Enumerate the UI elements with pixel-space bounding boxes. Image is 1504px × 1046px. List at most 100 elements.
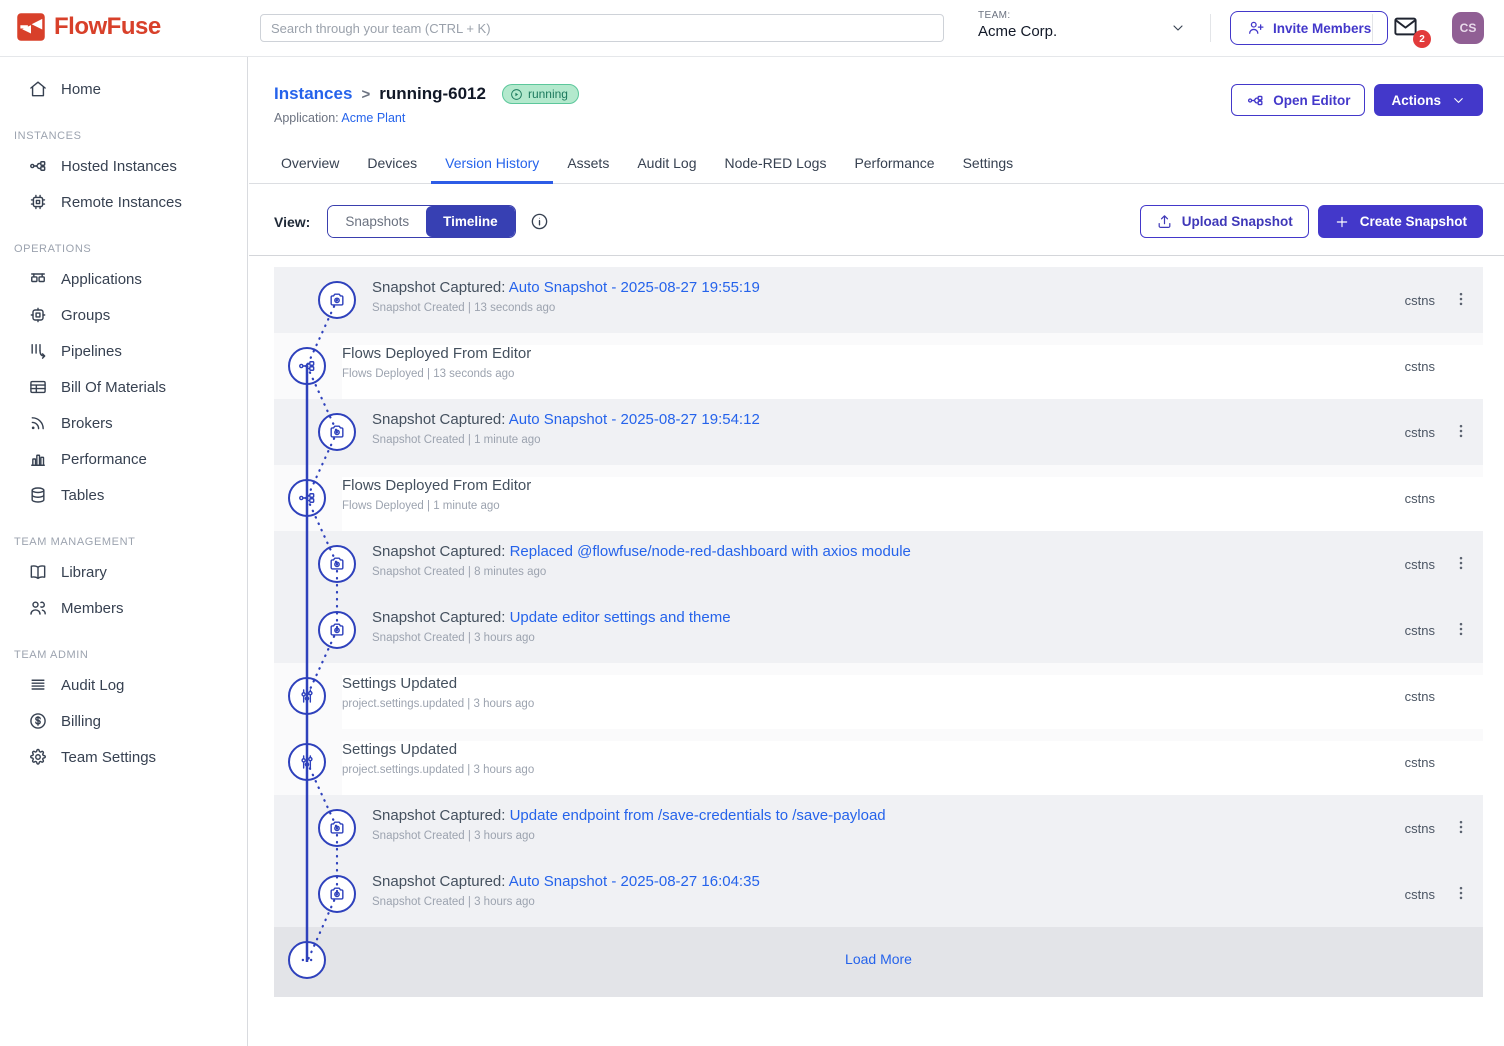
timeline-row: Snapshot Captured: Auto Snapshot - 2025-… (274, 399, 1483, 465)
timeline-row: Settings Updated project.settings.updated… (274, 729, 1483, 795)
camera-icon (318, 281, 356, 319)
camera-icon (318, 809, 356, 847)
row-menu-button[interactable] (1451, 289, 1471, 311)
row-menu-button[interactable] (1451, 421, 1471, 443)
event-user: cstns (1405, 425, 1435, 440)
tab-settings[interactable]: Settings (949, 146, 1028, 184)
sidebar-item-tables[interactable]: Tables (0, 477, 247, 513)
flowfuse-logo-icon (16, 12, 46, 42)
kebab-icon (1452, 290, 1470, 308)
timeline-row: Flows Deployed From EditorFlows Deployed… (274, 333, 1483, 399)
tab-version-history[interactable]: Version History (431, 146, 553, 184)
tab-audit-log[interactable]: Audit Log (623, 146, 710, 184)
snapshot-link[interactable]: Auto Snapshot - 2025-08-27 16:04:35 (509, 873, 760, 890)
notifications-button[interactable]: 2 (1392, 13, 1422, 43)
team-settings-icon (28, 747, 48, 767)
tab-devices[interactable]: Devices (353, 146, 431, 184)
upload-snapshot-button[interactable]: Upload Snapshot (1140, 205, 1309, 238)
create-snapshot-button[interactable]: Create Snapshot (1318, 205, 1483, 238)
tab-node-red-logs[interactable]: Node-RED Logs (711, 146, 841, 184)
toggle-timeline[interactable]: Timeline (426, 206, 515, 237)
breadcrumb-instances-link[interactable]: Instances (274, 84, 352, 104)
event-title-text: Flows Deployed From Editor (342, 345, 531, 362)
open-editor-button[interactable]: Open Editor (1231, 84, 1365, 116)
event-title: Snapshot Captured: Update editor setting… (372, 609, 731, 626)
snapshot-link[interactable]: Update endpoint from /save-credentials t… (510, 807, 886, 824)
event-title-text: Settings Updated (342, 675, 457, 692)
tab-overview[interactable]: Overview (267, 146, 353, 184)
sidebar-item-pipelines[interactable]: Pipelines (0, 333, 247, 369)
header-divider (1210, 14, 1211, 42)
event-title-prefix: Snapshot Captured: (372, 279, 509, 296)
event-user: cstns (1405, 557, 1435, 572)
event-title: Snapshot Captured: Auto Snapshot - 2025-… (372, 279, 760, 296)
actions-button[interactable]: Actions (1374, 84, 1483, 116)
sidebar-item-library[interactable]: Library (0, 554, 247, 590)
event-user: cstns (1405, 293, 1435, 308)
row-menu-button[interactable] (1451, 553, 1471, 575)
team-name: Acme Corp. (978, 23, 1194, 40)
kebab-icon (1452, 884, 1470, 902)
view-toggle: SnapshotsTimeline (327, 205, 515, 238)
status-badge-label: running (528, 87, 568, 101)
row-menu-button[interactable] (1451, 619, 1471, 641)
sidebar-item-home[interactable]: Home (0, 71, 247, 107)
timeline-row: Snapshot Captured: Auto Snapshot - 2025-… (274, 267, 1483, 333)
status-badge: running (502, 84, 579, 104)
search-input[interactable] (260, 14, 944, 42)
sidebar-item-label: Hosted Instances (61, 158, 177, 175)
event-meta: Snapshot Created | 3 hours ago (372, 632, 731, 644)
node-editor-icon (1246, 91, 1265, 110)
event-meta: Flows Deployed | 1 minute ago (342, 500, 1483, 512)
event-title: Snapshot Captured: Auto Snapshot - 2025-… (372, 873, 760, 890)
sidebar-item-billing[interactable]: Billing (0, 703, 247, 739)
snapshot-link[interactable]: Auto Snapshot - 2025-08-27 19:55:19 (509, 279, 760, 296)
sidebar-item-brokers[interactable]: Brokers (0, 405, 247, 441)
camera-icon (318, 875, 356, 913)
snapshot-link[interactable]: Replaced @flowfuse/node-red-dashboard wi… (510, 543, 911, 560)
sidebar-item-hosted-instances[interactable]: Hosted Instances (0, 148, 247, 184)
sidebar-item-groups[interactable]: Groups (0, 297, 247, 333)
sidebar-item-members[interactable]: Members (0, 590, 247, 626)
kebab-icon (1452, 422, 1470, 440)
settings-sliders-icon (288, 743, 326, 781)
sidebar-item-applications[interactable]: Applications (0, 261, 247, 297)
applications-icon (28, 269, 48, 289)
application-link[interactable]: Acme Plant (341, 111, 405, 125)
team-switcher[interactable]: TEAM: Acme Corp. (978, 7, 1194, 49)
audit-log-icon (28, 675, 48, 695)
sidebar-item-remote-instances[interactable]: Remote Instances (0, 184, 247, 220)
sidebar-item-team-settings[interactable]: Team Settings (0, 739, 247, 775)
row-menu-button[interactable] (1451, 817, 1471, 839)
event-meta: project.settings.updated | 3 hours ago (342, 764, 1483, 776)
sidebar-item-bill-of-materials[interactable]: Bill Of Materials (0, 369, 247, 405)
sidebar-item-label: Performance (61, 451, 147, 468)
toggle-snapshots[interactable]: Snapshots (328, 206, 426, 237)
invite-members-button[interactable]: Invite Members (1230, 11, 1388, 45)
timeline-row: Snapshot Captured: Replaced @flowfuse/no… (274, 531, 1483, 597)
load-more-link[interactable]: Load More (274, 951, 1483, 967)
flows-deployed-icon (288, 479, 326, 517)
event-title-text: Settings Updated (342, 741, 457, 758)
avatar[interactable]: CS (1452, 12, 1484, 44)
flowfuse-logo[interactable]: FlowFuse (16, 12, 161, 42)
play-circle-icon (510, 88, 523, 101)
sidebar-item-performance[interactable]: Performance (0, 441, 247, 477)
upload-snapshot-label: Upload Snapshot (1182, 214, 1293, 229)
tab-assets[interactable]: Assets (553, 146, 623, 184)
tab-performance[interactable]: Performance (840, 146, 948, 184)
plus-icon (1334, 214, 1350, 230)
row-menu-button[interactable] (1451, 883, 1471, 905)
brokers-icon (28, 413, 48, 433)
event-title: Snapshot Captured: Update endpoint from … (372, 807, 886, 824)
tables-icon (28, 485, 48, 505)
sidebar-item-label: Applications (61, 271, 142, 288)
chevron-down-icon (1170, 20, 1186, 36)
event-meta: Snapshot Created | 3 hours ago (372, 896, 760, 908)
info-icon[interactable] (530, 212, 549, 231)
sidebar-item-audit-log[interactable]: Audit Log (0, 667, 247, 703)
timeline-footer: Load More (274, 927, 1483, 997)
event-title-prefix: Snapshot Captured: (372, 807, 510, 824)
snapshot-link[interactable]: Auto Snapshot - 2025-08-27 19:54:12 (509, 411, 760, 428)
snapshot-link[interactable]: Update editor settings and theme (510, 609, 731, 626)
